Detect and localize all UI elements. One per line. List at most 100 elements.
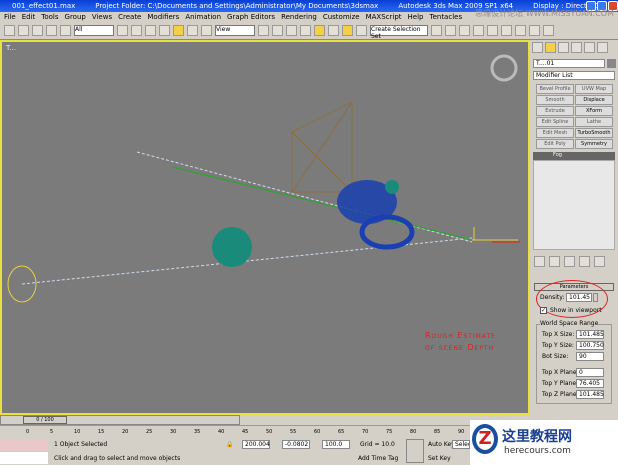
- range-row-field[interactable]: 90: [576, 352, 604, 361]
- set-key-icon[interactable]: [406, 439, 424, 463]
- select-by-name-icon[interactable]: [131, 25, 142, 36]
- reference-coordinate-dropdown[interactable]: View: [215, 25, 255, 36]
- configure-sets-icon[interactable]: [594, 256, 605, 267]
- modifier-button[interactable]: Extrude: [536, 106, 574, 116]
- layer-manager-icon[interactable]: [459, 25, 470, 36]
- display-tab-icon[interactable]: [584, 42, 595, 53]
- scale-icon[interactable]: [201, 25, 212, 36]
- mirror-icon[interactable]: [431, 25, 442, 36]
- modify-tab-icon[interactable]: [545, 42, 556, 53]
- range-row-field[interactable]: 0: [576, 368, 604, 377]
- menu-tools[interactable]: Tools: [41, 13, 58, 21]
- modifier-button[interactable]: UVW Map: [575, 84, 613, 94]
- pin-stack-icon[interactable]: [534, 256, 545, 267]
- remove-modifier-icon[interactable]: [579, 256, 590, 267]
- menu-help[interactable]: Help: [408, 13, 424, 21]
- viewport[interactable]: T... Rough Estimate of scene Depth: [0, 40, 530, 415]
- range-row-field[interactable]: 101.485: [576, 390, 604, 399]
- percent-snap-icon[interactable]: [328, 25, 339, 36]
- undo-icon[interactable]: [4, 25, 15, 36]
- spinner-snap-icon[interactable]: [342, 25, 353, 36]
- time-slider[interactable]: 0 / 100: [0, 415, 240, 425]
- menu-rendering[interactable]: Rendering: [281, 13, 317, 21]
- region-select-icon[interactable]: [145, 25, 156, 36]
- schematic-view-icon[interactable]: [487, 25, 498, 36]
- object-name-field[interactable]: T....01: [533, 59, 605, 68]
- track-bar[interactable]: 0 5 10 15 20 25 30 35 40 45 50 55 60 65 70 75 80 85 90: [0, 425, 470, 438]
- menu-maxscript[interactable]: MAXScript: [366, 13, 402, 21]
- x-coordinate[interactable]: 200.004: [242, 440, 270, 449]
- menu-tentacles[interactable]: Tentacles: [429, 13, 462, 21]
- align-icon[interactable]: [445, 25, 456, 36]
- menu-animation[interactable]: Animation: [185, 13, 221, 21]
- material-editor-icon[interactable]: [501, 25, 512, 36]
- link-icon[interactable]: [32, 25, 43, 36]
- modifier-button[interactable]: Lathe: [575, 117, 613, 127]
- named-selection-set-dropdown[interactable]: Create Selection Set: [370, 25, 428, 40]
- z-coordinate[interactable]: 100.0: [322, 440, 350, 449]
- angle-snap-icon[interactable]: [314, 25, 325, 36]
- y-coordinate[interactable]: -0.0802: [282, 440, 310, 449]
- menu-modifiers[interactable]: Modifiers: [147, 13, 179, 21]
- maxscript-listener[interactable]: [0, 439, 48, 451]
- curve-editor-icon[interactable]: [473, 25, 484, 36]
- modifier-button[interactable]: Displace Mesh: [575, 95, 613, 112]
- snap-icon[interactable]: [300, 25, 311, 36]
- menu-views[interactable]: Views: [92, 13, 112, 21]
- motion-tab-icon[interactable]: [571, 42, 582, 53]
- create-tab-icon[interactable]: [532, 42, 543, 53]
- show-end-result-icon[interactable]: [549, 256, 560, 267]
- unlink-icon[interactable]: [46, 25, 57, 36]
- hierarchy-tab-icon[interactable]: [558, 42, 569, 53]
- auto-key-button[interactable]: Auto Key: [428, 441, 455, 448]
- menu-graph-editors[interactable]: Graph Editors: [227, 13, 275, 21]
- move-icon[interactable]: [173, 25, 184, 36]
- range-row-field[interactable]: 100.750: [576, 341, 604, 350]
- logo-url: herecours.com: [504, 446, 571, 456]
- bind-space-warp-icon[interactable]: [60, 25, 71, 36]
- modifier-button[interactable]: Smooth: [536, 95, 574, 105]
- select-icon[interactable]: [117, 25, 128, 36]
- rendered-frame-icon[interactable]: [529, 25, 540, 36]
- show-checkbox[interactable]: ✓: [540, 307, 547, 314]
- menu-create[interactable]: Create: [118, 13, 141, 21]
- set-key-button[interactable]: Set Key: [428, 455, 451, 462]
- modifier-button[interactable]: Edit Poly: [536, 139, 574, 149]
- menu-group[interactable]: Group: [65, 13, 86, 21]
- add-time-tag[interactable]: Add Time Tag: [358, 455, 398, 462]
- render-setup-icon[interactable]: [515, 25, 526, 36]
- make-unique-icon[interactable]: [564, 256, 575, 267]
- range-row-field[interactable]: 76.405: [576, 379, 604, 388]
- redo-icon[interactable]: [18, 25, 29, 36]
- pivot-icon[interactable]: [258, 25, 269, 36]
- range-row-field[interactable]: 101.485: [576, 330, 604, 339]
- menu-file[interactable]: File: [4, 13, 16, 21]
- object-color-swatch[interactable]: [607, 59, 616, 68]
- lock-icon[interactable]: 🔒: [226, 441, 233, 448]
- maxscript-input[interactable]: [0, 452, 48, 464]
- selected-dropdown[interactable]: Selected: [452, 440, 470, 449]
- manipulate-icon[interactable]: [272, 25, 283, 36]
- modifier-button[interactable]: Bevel Profile: [536, 84, 574, 94]
- modifier-stack[interactable]: [533, 160, 615, 250]
- window-crossing-icon[interactable]: [159, 25, 170, 36]
- keyboard-shortcut-icon[interactable]: [286, 25, 297, 36]
- modifier-stack-item[interactable]: Fog: [533, 152, 615, 160]
- modifier-button[interactable]: XForm: [575, 106, 613, 116]
- rotate-icon[interactable]: [187, 25, 198, 36]
- menu-edit[interactable]: Edit: [22, 13, 36, 21]
- timeline-tick: 35: [194, 429, 201, 435]
- quick-render-icon[interactable]: [543, 25, 554, 36]
- time-slider-thumb[interactable]: 0 / 100: [23, 416, 67, 424]
- edit-named-sets-icon[interactable]: [356, 25, 367, 36]
- modifier-list-dropdown[interactable]: Modifier List: [533, 71, 615, 80]
- selection-filter-dropdown[interactable]: All: [74, 25, 114, 36]
- utilities-tab-icon[interactable]: [597, 42, 608, 53]
- range-row-label: Bot Size:: [542, 353, 569, 360]
- menu-customize[interactable]: Customize: [323, 13, 360, 21]
- modifier-button[interactable]: Edit Spline: [536, 117, 574, 127]
- modifier-button[interactable]: Edit Mesh: [536, 128, 574, 138]
- checkbox-label: Show in viewport: [550, 307, 602, 314]
- modifier-button[interactable]: TurboSmooth: [575, 128, 613, 138]
- modifier-button[interactable]: Symmetry: [575, 139, 613, 149]
